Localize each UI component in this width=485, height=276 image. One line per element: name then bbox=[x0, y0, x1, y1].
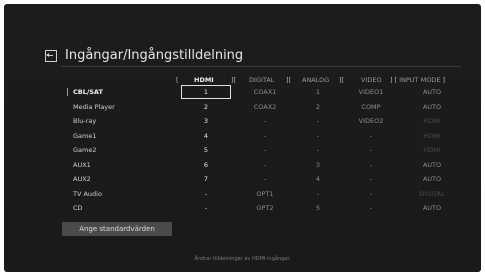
exit-icon bbox=[45, 49, 57, 62]
table-row[interactable]: Game1 4- - - HDMI bbox=[70, 129, 470, 143]
table-row[interactable]: TV Audio - OPT1- - DIGITAL bbox=[70, 187, 470, 201]
analog-cell[interactable]: 5 bbox=[298, 201, 338, 215]
digital-cell[interactable]: - bbox=[245, 172, 285, 186]
hdmi-cell[interactable]: 7 bbox=[181, 172, 231, 186]
input-mode-cell[interactable]: HDMI bbox=[407, 129, 457, 143]
header-bracket-open: [ bbox=[176, 76, 179, 84]
analog-cell[interactable]: 3 bbox=[298, 158, 338, 172]
digital-cell[interactable]: OPT1 bbox=[245, 187, 285, 201]
title-divider bbox=[61, 66, 461, 67]
digital-cell[interactable]: - bbox=[245, 114, 285, 128]
digital-cell[interactable]: - bbox=[245, 143, 285, 157]
row-name: Blu-ray bbox=[73, 117, 97, 125]
input-mode-cell[interactable]: AUTO bbox=[407, 85, 457, 99]
video-cell[interactable]: - bbox=[351, 172, 391, 186]
row-name: Game2 bbox=[73, 146, 97, 154]
video-cell[interactable]: COMP bbox=[351, 100, 391, 114]
settings-screen: Ingångar/Ingångstilldelning [ HDMI ][ DI… bbox=[4, 4, 481, 272]
table-row[interactable]: Media Player 2 COAX2 2 COMP AUTO bbox=[70, 100, 470, 114]
digital-cell[interactable]: COAX2 bbox=[245, 100, 285, 114]
table-row[interactable]: AUX2 7-4- AUTO bbox=[70, 172, 470, 186]
table-row[interactable]: CBL/SAT 1 COAX1 1 VIDEO1 AUTO bbox=[67, 85, 470, 99]
table-row[interactable]: CD - OPT2 5- AUTO bbox=[70, 201, 470, 215]
row-name: AUX2 bbox=[73, 175, 91, 183]
analog-cell[interactable]: - bbox=[298, 129, 338, 143]
header-hdmi: HDMI bbox=[194, 76, 214, 84]
analog-cell[interactable]: 4 bbox=[298, 172, 338, 186]
page-title: Ingångar/Ingångstilldelning bbox=[45, 48, 243, 63]
table-row[interactable]: AUX1 6-3- AUTO bbox=[70, 158, 470, 172]
hdmi-cell[interactable]: 6 bbox=[181, 158, 231, 172]
row-name: AUX1 bbox=[73, 160, 91, 169]
title-text: Ingångar/Ingångstilldelning bbox=[65, 48, 244, 63]
digital-cell[interactable]: COAX1 bbox=[245, 85, 285, 99]
video-cell[interactable]: - bbox=[351, 187, 391, 201]
header-video: VIDEO bbox=[361, 76, 382, 84]
video-cell[interactable]: VIDEO2 bbox=[351, 114, 391, 128]
row-name: CBL/SAT bbox=[67, 85, 153, 99]
hint-text: Ändrar tilldelningar av HDMI-ingångar. bbox=[194, 256, 291, 262]
hdmi-cell[interactable]: 4 bbox=[181, 129, 231, 143]
video-cell[interactable]: - bbox=[351, 158, 391, 172]
video-cell[interactable]: - bbox=[351, 201, 391, 215]
header-analog: ANALOG bbox=[302, 76, 330, 84]
set-defaults-button[interactable]: Ange standardvärden bbox=[62, 222, 172, 236]
digital-cell[interactable]: - bbox=[245, 129, 285, 143]
digital-cell[interactable]: - bbox=[245, 158, 285, 172]
analog-cell[interactable]: 1 bbox=[298, 85, 338, 99]
input-mode-cell[interactable]: AUTO bbox=[407, 172, 457, 186]
row-name: Media Player bbox=[73, 102, 115, 111]
hdmi-cell[interactable]: 3 bbox=[181, 114, 231, 128]
video-cell[interactable]: - bbox=[351, 143, 391, 157]
analog-cell[interactable]: 2 bbox=[298, 100, 338, 114]
hdmi-cell[interactable]: 2 bbox=[181, 100, 231, 114]
video-cell[interactable]: VIDEO1 bbox=[351, 85, 391, 99]
header-mode: ][INPUT MODE] bbox=[390, 76, 445, 84]
analog-cell[interactable]: - bbox=[298, 114, 338, 128]
input-mode-cell[interactable]: HDMI bbox=[407, 143, 457, 157]
hdmi-cell[interactable]: 1 bbox=[181, 85, 231, 99]
header-sep-2: ][ bbox=[286, 76, 292, 84]
header-digital: DIGITAL bbox=[249, 76, 275, 84]
input-mode-cell[interactable]: AUTO bbox=[407, 201, 457, 215]
input-mode-cell[interactable]: AUTO bbox=[407, 158, 457, 172]
digital-cell[interactable]: OPT2 bbox=[245, 201, 285, 215]
table-row[interactable]: Game2 5- - - HDMI bbox=[70, 143, 470, 157]
analog-cell[interactable]: - bbox=[298, 143, 338, 157]
hdmi-cell[interactable]: - bbox=[181, 201, 231, 215]
analog-cell[interactable]: - bbox=[298, 187, 338, 201]
hdmi-cell[interactable]: - bbox=[181, 187, 231, 201]
header-sep-1: ][ bbox=[231, 76, 237, 84]
header-sep-3: ][ bbox=[339, 76, 345, 84]
input-mode-cell[interactable]: DIGITAL bbox=[407, 187, 457, 201]
table-row[interactable]: Blu-ray 3- - VIDEO2 HDMI bbox=[70, 114, 470, 128]
row-name: CD bbox=[73, 204, 83, 212]
video-cell[interactable]: - bbox=[351, 129, 391, 143]
input-mode-cell[interactable]: AUTO bbox=[407, 100, 457, 114]
hdmi-cell[interactable]: 5 bbox=[181, 143, 231, 157]
input-mode-cell[interactable]: HDMI bbox=[407, 114, 457, 128]
row-name: Game1 bbox=[73, 131, 97, 140]
row-name: TV Audio bbox=[73, 189, 102, 198]
